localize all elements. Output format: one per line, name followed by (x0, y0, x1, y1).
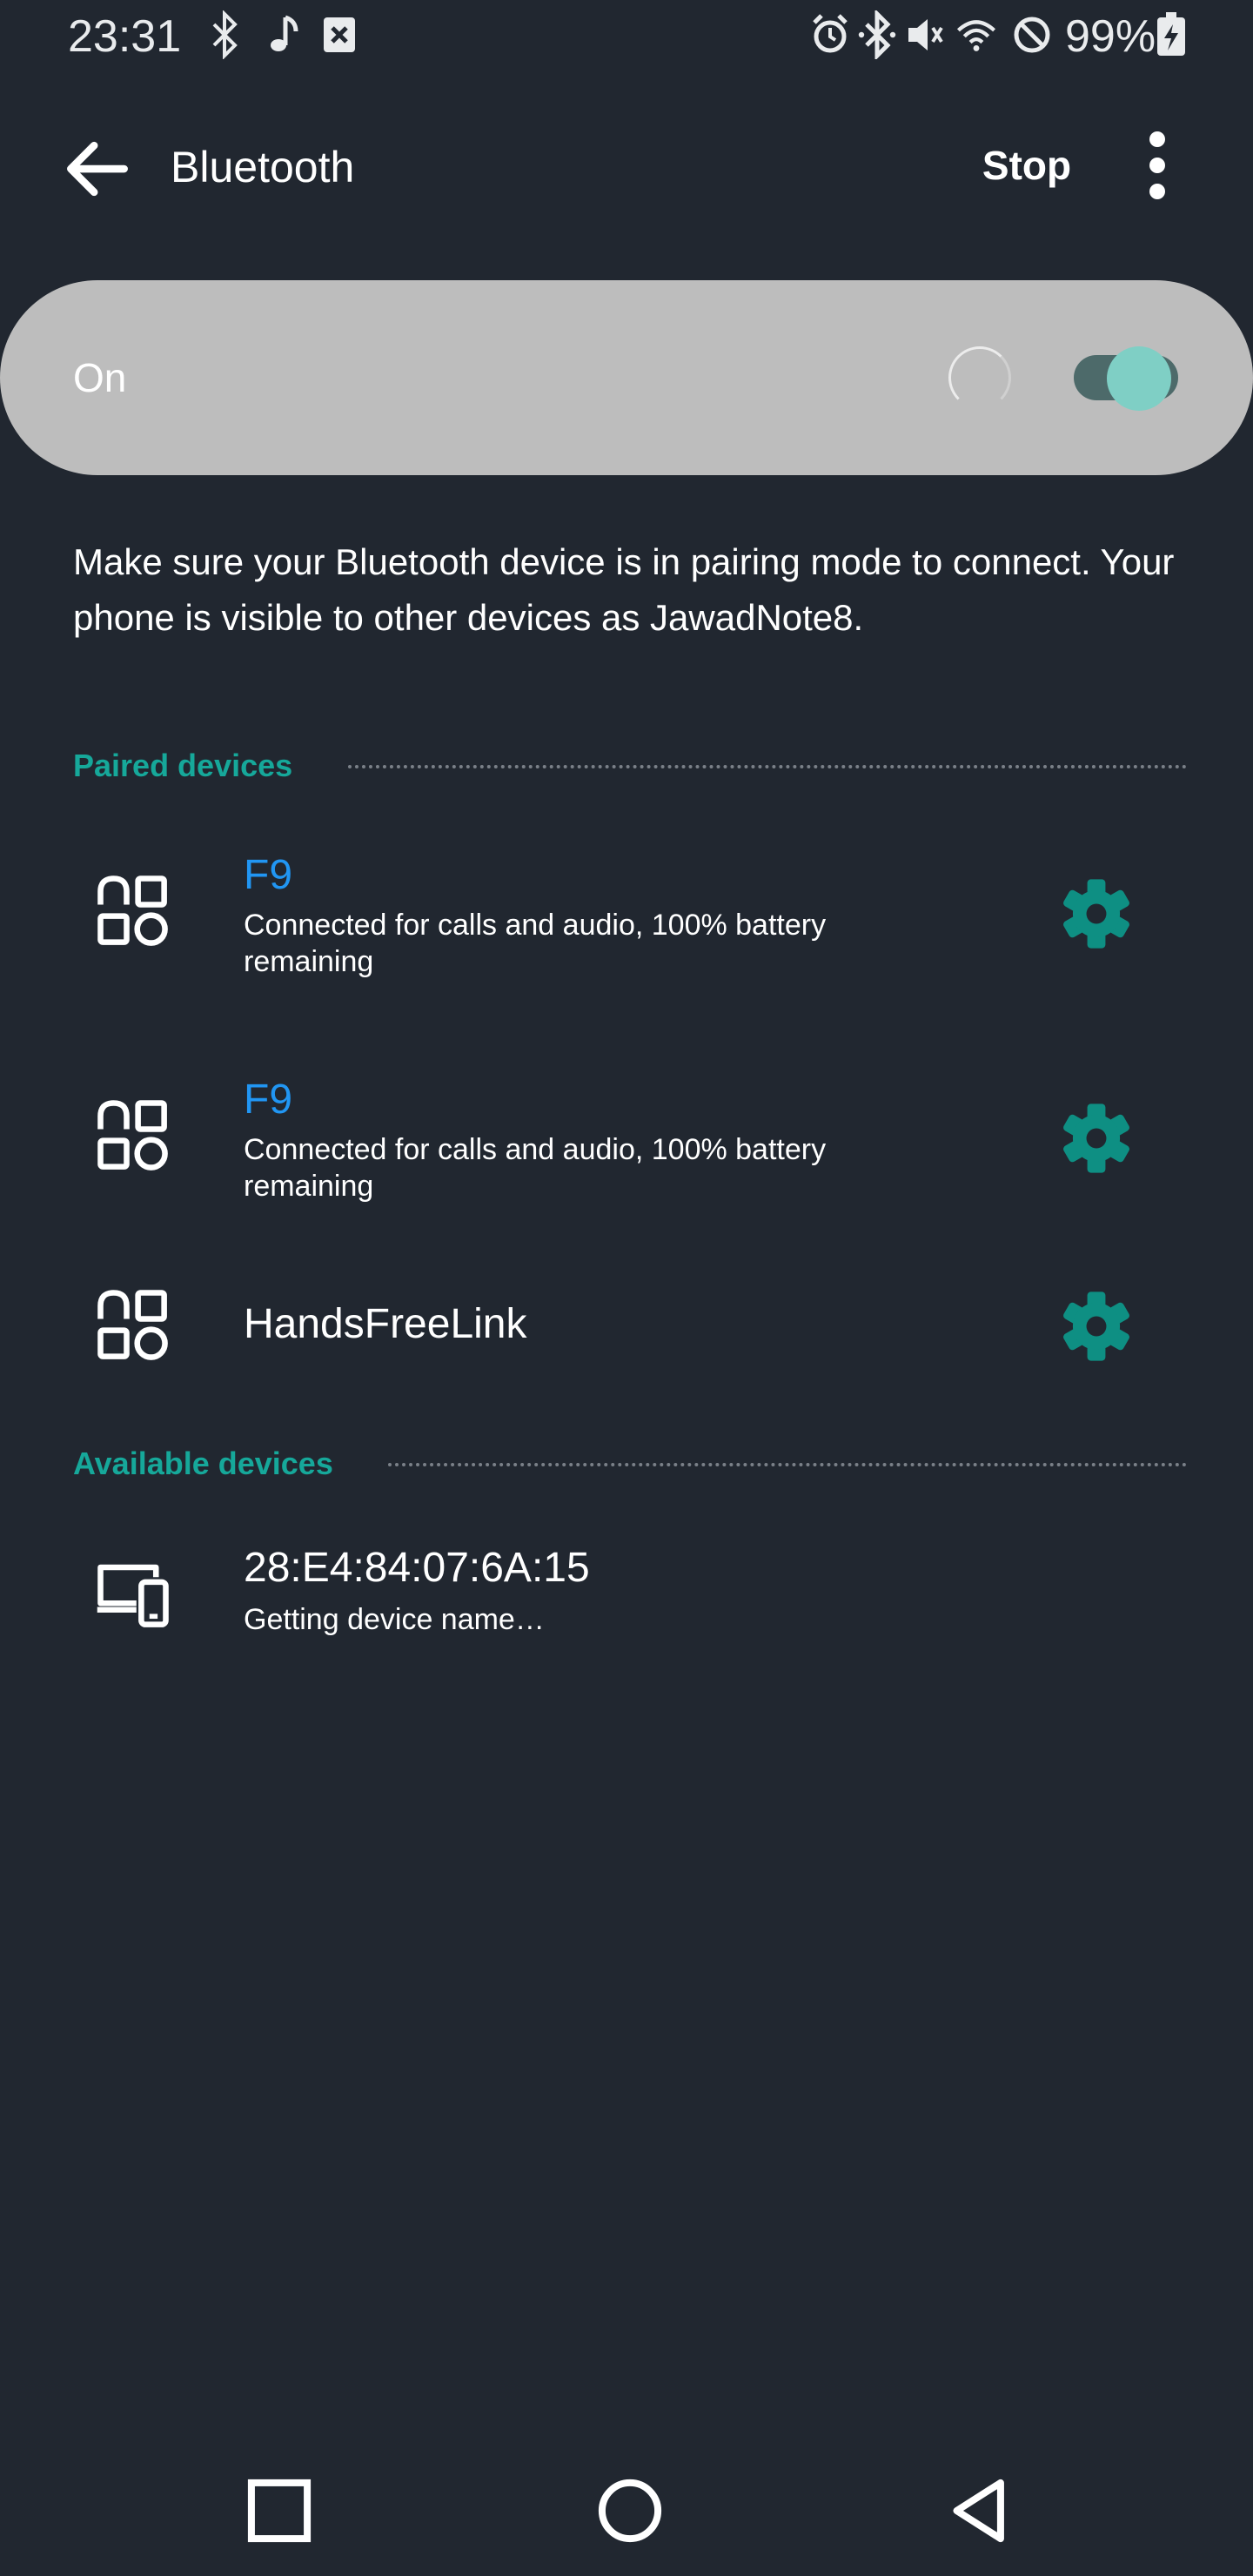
more-options-icon[interactable] (1122, 125, 1192, 205)
do-not-disturb-icon (1014, 17, 1050, 53)
paired-device-row[interactable]: HandsFreeLink (0, 1253, 1253, 1399)
device-apps-icon (97, 875, 168, 946)
device-apps-icon (97, 1290, 168, 1360)
device-name: 28:E4:84:07:6A:15 (244, 1545, 590, 1591)
section-divider (348, 765, 1187, 768)
scanning-spinner-icon (948, 346, 1011, 409)
bluetooth-switch[interactable] (1074, 346, 1178, 411)
section-title: Paired devices (73, 748, 293, 783)
recent-apps-icon[interactable] (231, 2463, 327, 2559)
device-status: Connected for calls and audio, 100% batt… (244, 909, 827, 978)
computer-phone-icon (97, 1564, 169, 1627)
back-arrow-icon[interactable] (57, 129, 137, 209)
bluetooth-connected-icon (858, 10, 896, 59)
paired-device-row[interactable]: F9 Connected for calls and audio, 100% b… (0, 818, 1253, 1010)
section-title: Available devices (73, 1446, 333, 1481)
stop-button[interactable]: Stop (957, 131, 1096, 200)
available-devices-header: Available devices (73, 1436, 1187, 1492)
notification-x-icon (324, 17, 355, 52)
device-name: F9 (244, 852, 293, 898)
home-icon[interactable] (582, 2463, 678, 2559)
app-bar: Bluetooth Stop (0, 104, 1253, 218)
alarm-icon (813, 14, 848, 53)
section-divider (388, 1463, 1187, 1466)
device-name: HandsFreeLink (244, 1301, 527, 1347)
device-name: F9 (244, 1077, 293, 1123)
device-status: Getting device name… (244, 1603, 545, 1636)
paired-devices-header: Paired devices (73, 738, 1187, 794)
settings-gear-icon[interactable] (1053, 870, 1140, 957)
bluetooth-icon (212, 10, 238, 59)
back-triangle-icon[interactable] (933, 2463, 1029, 2559)
vibrate-mute-icon (908, 19, 943, 50)
status-bar: 23:31 99% (0, 0, 1253, 73)
pairing-description: Make sure your Bluetooth device is in pa… (73, 541, 1175, 638)
music-note-icon (271, 15, 298, 51)
paired-device-row[interactable]: F9 Connected for calls and audio, 100% b… (0, 1043, 1253, 1234)
wifi-icon (956, 20, 996, 51)
available-device-row[interactable]: 28:E4:84:07:6A:15 Getting device name… (0, 1514, 1253, 1671)
battery-percent: 99% (1065, 11, 1156, 62)
bluetooth-toggle-card[interactable]: On (0, 280, 1253, 475)
navigation-bar (0, 2445, 1253, 2576)
switch-knob (1107, 346, 1171, 411)
device-apps-icon (97, 1100, 168, 1171)
settings-gear-icon[interactable] (1053, 1095, 1140, 1182)
status-time: 23:31 (68, 11, 182, 62)
battery-charging-icon (1157, 12, 1185, 56)
toggle-label: On (73, 355, 127, 400)
device-status: Connected for calls and audio, 100% batt… (244, 1133, 827, 1203)
settings-gear-icon[interactable] (1053, 1283, 1140, 1370)
page-title: Bluetooth (171, 143, 355, 191)
